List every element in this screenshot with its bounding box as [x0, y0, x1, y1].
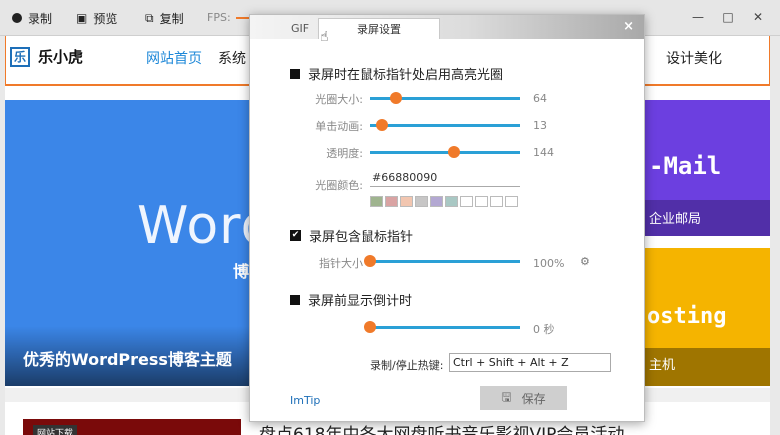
record-button[interactable]: 录制 — [12, 8, 52, 28]
color-swatch[interactable] — [385, 196, 398, 207]
color-swatch[interactable] — [400, 196, 413, 207]
hosting-card-title: osting — [647, 304, 727, 329]
opacity-slider[interactable] — [370, 151, 520, 154]
radius-value: 64 — [533, 92, 547, 105]
dialog-titlebar: GIF 录屏设置 × — [250, 15, 644, 39]
copy-button[interactable]: ⧉ 复制 — [145, 8, 184, 28]
highlight-toggle[interactable]: 录屏时在鼠标指针处启用高亮光圈 — [290, 64, 503, 83]
record-icon — [12, 13, 22, 23]
gear-icon[interactable]: ⚙ — [580, 255, 590, 268]
click-anim-label: 单击动画: — [315, 120, 363, 133]
opacity-value: 144 — [533, 146, 554, 159]
color-value-field[interactable]: #66880090 — [370, 171, 520, 187]
color-swatch[interactable] — [475, 196, 488, 207]
click-anim-slider[interactable] — [370, 124, 520, 127]
logo-icon: 乐 — [10, 46, 30, 67]
preview-button[interactable]: ▣ 预览 — [76, 8, 117, 28]
article-tag: 网站下载 — [33, 425, 78, 435]
color-swatch[interactable] — [370, 196, 383, 207]
fps-label: FPS: — [207, 11, 231, 24]
countdown-checkbox[interactable] — [290, 294, 300, 305]
countdown-label: 录屏前显示倒计时 — [308, 294, 413, 309]
hero-caption: 优秀的WordPress博客主题 — [23, 350, 232, 369]
pointer-size-slider[interactable] — [370, 260, 520, 263]
hero-big-text: Word — [137, 196, 253, 256]
email-card-title: -Mail — [649, 152, 722, 180]
click-anim-slider-knob[interactable] — [376, 119, 388, 131]
hosting-card-subtitle: 主机 — [649, 358, 676, 373]
include-cursor-toggle[interactable]: ✔ 录屏包含鼠标指针 — [290, 226, 413, 245]
fps-slider[interactable] — [236, 17, 250, 19]
hand-cursor-icon: ☝ — [320, 29, 329, 45]
hosting-card[interactable]: osting 主机 — [645, 248, 770, 386]
nav-home[interactable]: 网站首页 — [146, 48, 202, 68]
close-icon[interactable]: ✕ — [748, 8, 768, 26]
color-swatch[interactable] — [460, 196, 473, 207]
email-card-subtitle: 企业邮局 — [649, 212, 702, 227]
article-title[interactable]: 盘点618年中各大网盘听书音乐影视VIP会员活动 — [259, 420, 624, 435]
countdown-value: 0 秒 — [533, 323, 555, 336]
record-label: 录制 — [28, 11, 53, 26]
dialog-close-icon[interactable]: × — [623, 19, 634, 34]
opacity-label: 透明度: — [326, 147, 363, 160]
preview-label: 预览 — [93, 11, 118, 26]
hero-sub-text: 博 — [233, 262, 250, 281]
highlight-checkbox[interactable] — [290, 68, 300, 79]
image-icon: ▣ — [76, 11, 88, 25]
click-anim-value: 13 — [533, 119, 547, 132]
save-button[interactable]: 🖫 保存 — [480, 386, 567, 410]
copy-icon: ⧉ — [145, 10, 154, 25]
color-label: 光圈颜色: — [315, 179, 363, 192]
tab-record-settings[interactable]: 录屏设置 — [318, 18, 440, 39]
save-label: 保存 — [521, 391, 546, 406]
nav-system[interactable]: 系统 — [218, 48, 246, 68]
hotkey-label: 录制/停止热键: — [370, 359, 444, 372]
color-swatch[interactable] — [445, 196, 458, 207]
minimize-icon[interactable]: — — [688, 8, 708, 26]
article-thumbnail[interactable]: 网站下载 — [23, 419, 241, 435]
save-icon: 🖫 — [501, 389, 512, 404]
color-swatches — [370, 196, 520, 207]
recording-settings-dialog: GIF 录屏设置 × ☝ 录屏时在鼠标指针处启用高亮光圈 光圈大小: 64 单击… — [249, 14, 645, 422]
logo-text: 乐小虎 — [38, 48, 84, 66]
countdown-slider[interactable] — [370, 326, 520, 329]
maximize-icon[interactable]: □ — [718, 8, 738, 26]
include-cursor-checkbox[interactable]: ✔ — [290, 230, 301, 241]
copy-label: 复制 — [159, 11, 184, 26]
email-card[interactable]: -Mail 企业邮局 — [645, 100, 770, 236]
nav-design[interactable]: 设计美化 — [666, 48, 722, 68]
color-swatch[interactable] — [415, 196, 428, 207]
countdown-toggle[interactable]: 录屏前显示倒计时 — [290, 290, 412, 309]
radius-label: 光圈大小: — [315, 93, 363, 106]
color-swatch[interactable] — [505, 196, 518, 207]
include-cursor-label: 录屏包含鼠标指针 — [309, 230, 414, 245]
radius-slider-knob[interactable] — [389, 92, 402, 104]
hero-banner[interactable]: Word 博 优秀的WordPress博客主题 — [5, 100, 253, 386]
imtip-link[interactable]: ImTip — [290, 394, 320, 407]
hotkey-input[interactable]: Ctrl + Shift + Alt + Z — [449, 353, 611, 372]
color-swatch[interactable] — [490, 196, 503, 207]
color-swatch[interactable] — [430, 196, 443, 207]
opacity-slider-knob[interactable] — [448, 146, 460, 158]
site-logo[interactable]: 乐 乐小虎 — [10, 46, 83, 67]
tab-gif[interactable]: GIF — [280, 18, 320, 39]
pointer-size-label: 指针大小 — [319, 257, 363, 270]
countdown-knob[interactable] — [364, 321, 376, 333]
pointer-size-knob[interactable] — [364, 255, 376, 267]
pointer-size-value: 100% — [533, 257, 565, 270]
highlight-label: 录屏时在鼠标指针处启用高亮光圈 — [308, 68, 504, 83]
